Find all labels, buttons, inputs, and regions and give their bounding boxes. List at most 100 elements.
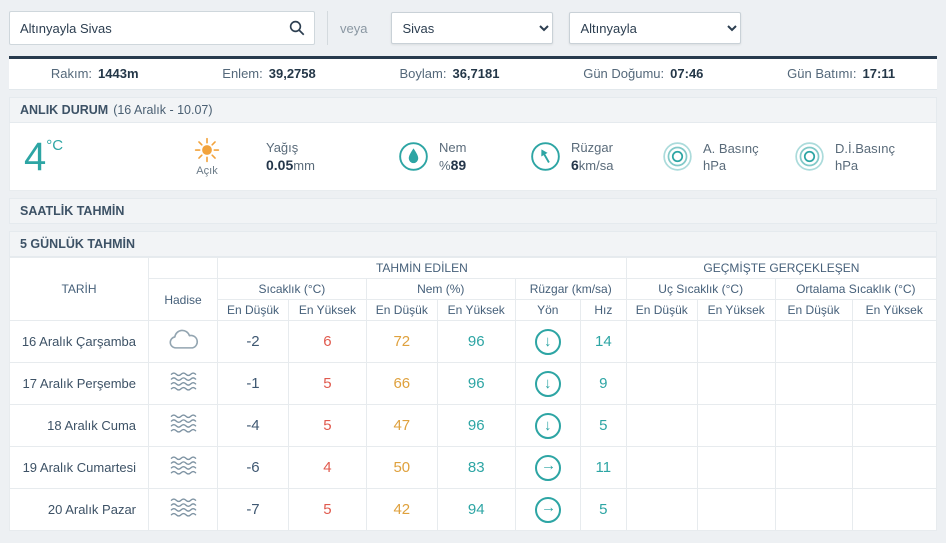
past-average-min-cell (774, 362, 853, 405)
temp-min-cell: -2 (217, 320, 289, 363)
date-column-header: TARİH (9, 257, 149, 321)
past-average-max-cell (851, 404, 938, 447)
temp-max-cell: 5 (287, 488, 367, 531)
fog-icon (169, 370, 198, 393)
wind-speed-header: Hız (579, 299, 627, 321)
location-stats-bar: Rakım: 1443m Enlem: 39,2758 Boylam: 36,7181… (9, 56, 937, 90)
date-cell: 20 Aralık Pazar (9, 488, 149, 531)
temperature-value: 4 (24, 134, 47, 179)
extreme-temp-subheader: Uç Sıcaklık (°C) (625, 278, 776, 300)
pressure-gauge-icon (662, 141, 693, 172)
forecast-row: 16 Aralık Çarşamba -2 6 72 96 14 (9, 320, 938, 363)
daily-section-header[interactable]: 5 GÜNLÜK TAHMİN (9, 231, 937, 257)
current-condition: Açık (148, 137, 266, 177)
or-label: veya (340, 20, 368, 36)
temp-min-cell: -6 (217, 446, 289, 489)
temperature-subheader: Sıcaklık (°C) (217, 278, 367, 300)
condition-label: Açık (196, 164, 218, 177)
current-temperature: 4°C (20, 137, 148, 177)
forecast-rows: 16 Aralık Çarşamba -2 6 72 96 14 17 Aral… (9, 320, 938, 531)
past-extreme-max-cell (696, 488, 776, 531)
temp-high-header: En Yüksek (287, 299, 367, 321)
temp-min-cell: -1 (217, 362, 289, 405)
wind-direction-icon (534, 328, 561, 355)
search-box (9, 11, 315, 45)
current-section-subtitle: (16 Aralık - 10.07) (113, 103, 213, 117)
past-extreme-min-cell (625, 446, 698, 489)
precipitation-value: 0.05mm (266, 157, 315, 173)
past-average-min-cell (774, 320, 853, 363)
sea-level-pressure-label: D.İ.Basınç (835, 140, 895, 156)
past-average-min-cell (774, 404, 853, 447)
pressure-label: A. Basınç (703, 140, 759, 156)
district-select[interactable]: Altınyayla (569, 12, 742, 44)
date-cell: 17 Aralık Perşembe (9, 362, 149, 405)
current-section-header[interactable]: ANLIK DURUM (16 Aralık - 10.07) (9, 97, 937, 123)
past-extreme-max-cell (696, 404, 776, 447)
search-input[interactable] (9, 11, 315, 45)
forecast-row: 20 Aralık Pazar -7 5 42 94 5 (9, 488, 938, 531)
province-select[interactable]: Sivas (391, 12, 554, 44)
humidity-min-cell: 72 (365, 320, 438, 363)
wind-speed-cell: 9 (579, 362, 627, 405)
wind-direction-icon (534, 412, 561, 439)
humidity-min-cell: 42 (365, 488, 438, 531)
humidity-min-cell: 50 (365, 446, 438, 489)
wind-item: Rüzgar 6km/sa (530, 140, 662, 173)
wind-direction-icon (534, 496, 561, 523)
wind-speed-cell: 14 (579, 320, 627, 363)
past-extreme-min-cell (625, 404, 698, 447)
weather-cell (148, 362, 218, 405)
temp-max-cell: 6 (287, 320, 367, 363)
humidity-label: Nem (439, 140, 467, 155)
wind-speed-cell: 5 (579, 488, 627, 531)
past-extreme-min-cell (625, 362, 698, 405)
extreme-low-header: En Düşük (625, 299, 698, 321)
precipitation-item: Yağış 0.05mm (266, 140, 398, 173)
event-column-header: Hadise (148, 278, 218, 321)
past-extreme-min-cell (625, 320, 698, 363)
past-average-min-cell (774, 488, 853, 531)
past-average-max-cell (851, 362, 938, 405)
precipitation-label: Yağış (266, 140, 299, 155)
past-extreme-max-cell (696, 320, 776, 363)
humidity-max-cell: 94 (436, 488, 516, 531)
date-cell: 18 Aralık Cuma (9, 404, 149, 447)
wind-value: 6km/sa (571, 157, 614, 173)
wind-compass-icon (530, 141, 561, 172)
pressure-unit: hPa (703, 157, 727, 173)
humidity-max-cell: 83 (436, 446, 516, 489)
humidity-value: %89 (439, 157, 467, 173)
forecast-row: 17 Aralık Perşembe -1 5 66 96 9 (9, 362, 938, 405)
humidity-min-cell: 66 (365, 362, 438, 405)
fog-icon (169, 496, 198, 519)
wind-direction-header: Yön (514, 299, 581, 321)
stat-altitude: Rakım: 1443m (50, 66, 139, 81)
stat-longitude: Boylam: 36,7181 (399, 66, 500, 81)
temp-min-cell: -7 (217, 488, 289, 531)
average-low-header: En Düşük (774, 299, 853, 321)
wind-speed-cell: 11 (579, 446, 627, 489)
forecast-row: 19 Aralık Cumartesi -6 4 50 83 11 (9, 446, 938, 489)
temp-min-cell: -4 (217, 404, 289, 447)
daily-section-title: 5 GÜNLÜK TAHMİN (20, 237, 136, 251)
hourly-section-header[interactable]: SAATLİK TAHMİN (9, 198, 937, 224)
past-extreme-max-cell (696, 446, 776, 489)
humidity-max-cell: 96 (436, 404, 516, 447)
search-button[interactable] (283, 14, 311, 42)
empty-header-cell (148, 257, 218, 279)
wind-direction-icon (534, 370, 561, 397)
humidity-subheader: Nem (%) (365, 278, 516, 300)
current-conditions-panel: 4°C Açık Yağış 0.05mm Nem %89 Rüzgar 6km… (9, 123, 937, 191)
temperature-unit: °C (46, 136, 64, 154)
forecast-group-header: TAHMİN EDİLEN (217, 257, 627, 279)
temp-max-cell: 5 (287, 362, 367, 405)
date-cell: 19 Aralık Cumartesi (9, 446, 149, 489)
sun-icon (194, 137, 220, 163)
divider (327, 11, 328, 45)
weather-cell (148, 446, 218, 489)
search-icon (288, 19, 306, 37)
temp-max-cell: 5 (287, 404, 367, 447)
wind-direction-cell (514, 446, 581, 489)
extreme-high-header: En Yüksek (696, 299, 776, 321)
